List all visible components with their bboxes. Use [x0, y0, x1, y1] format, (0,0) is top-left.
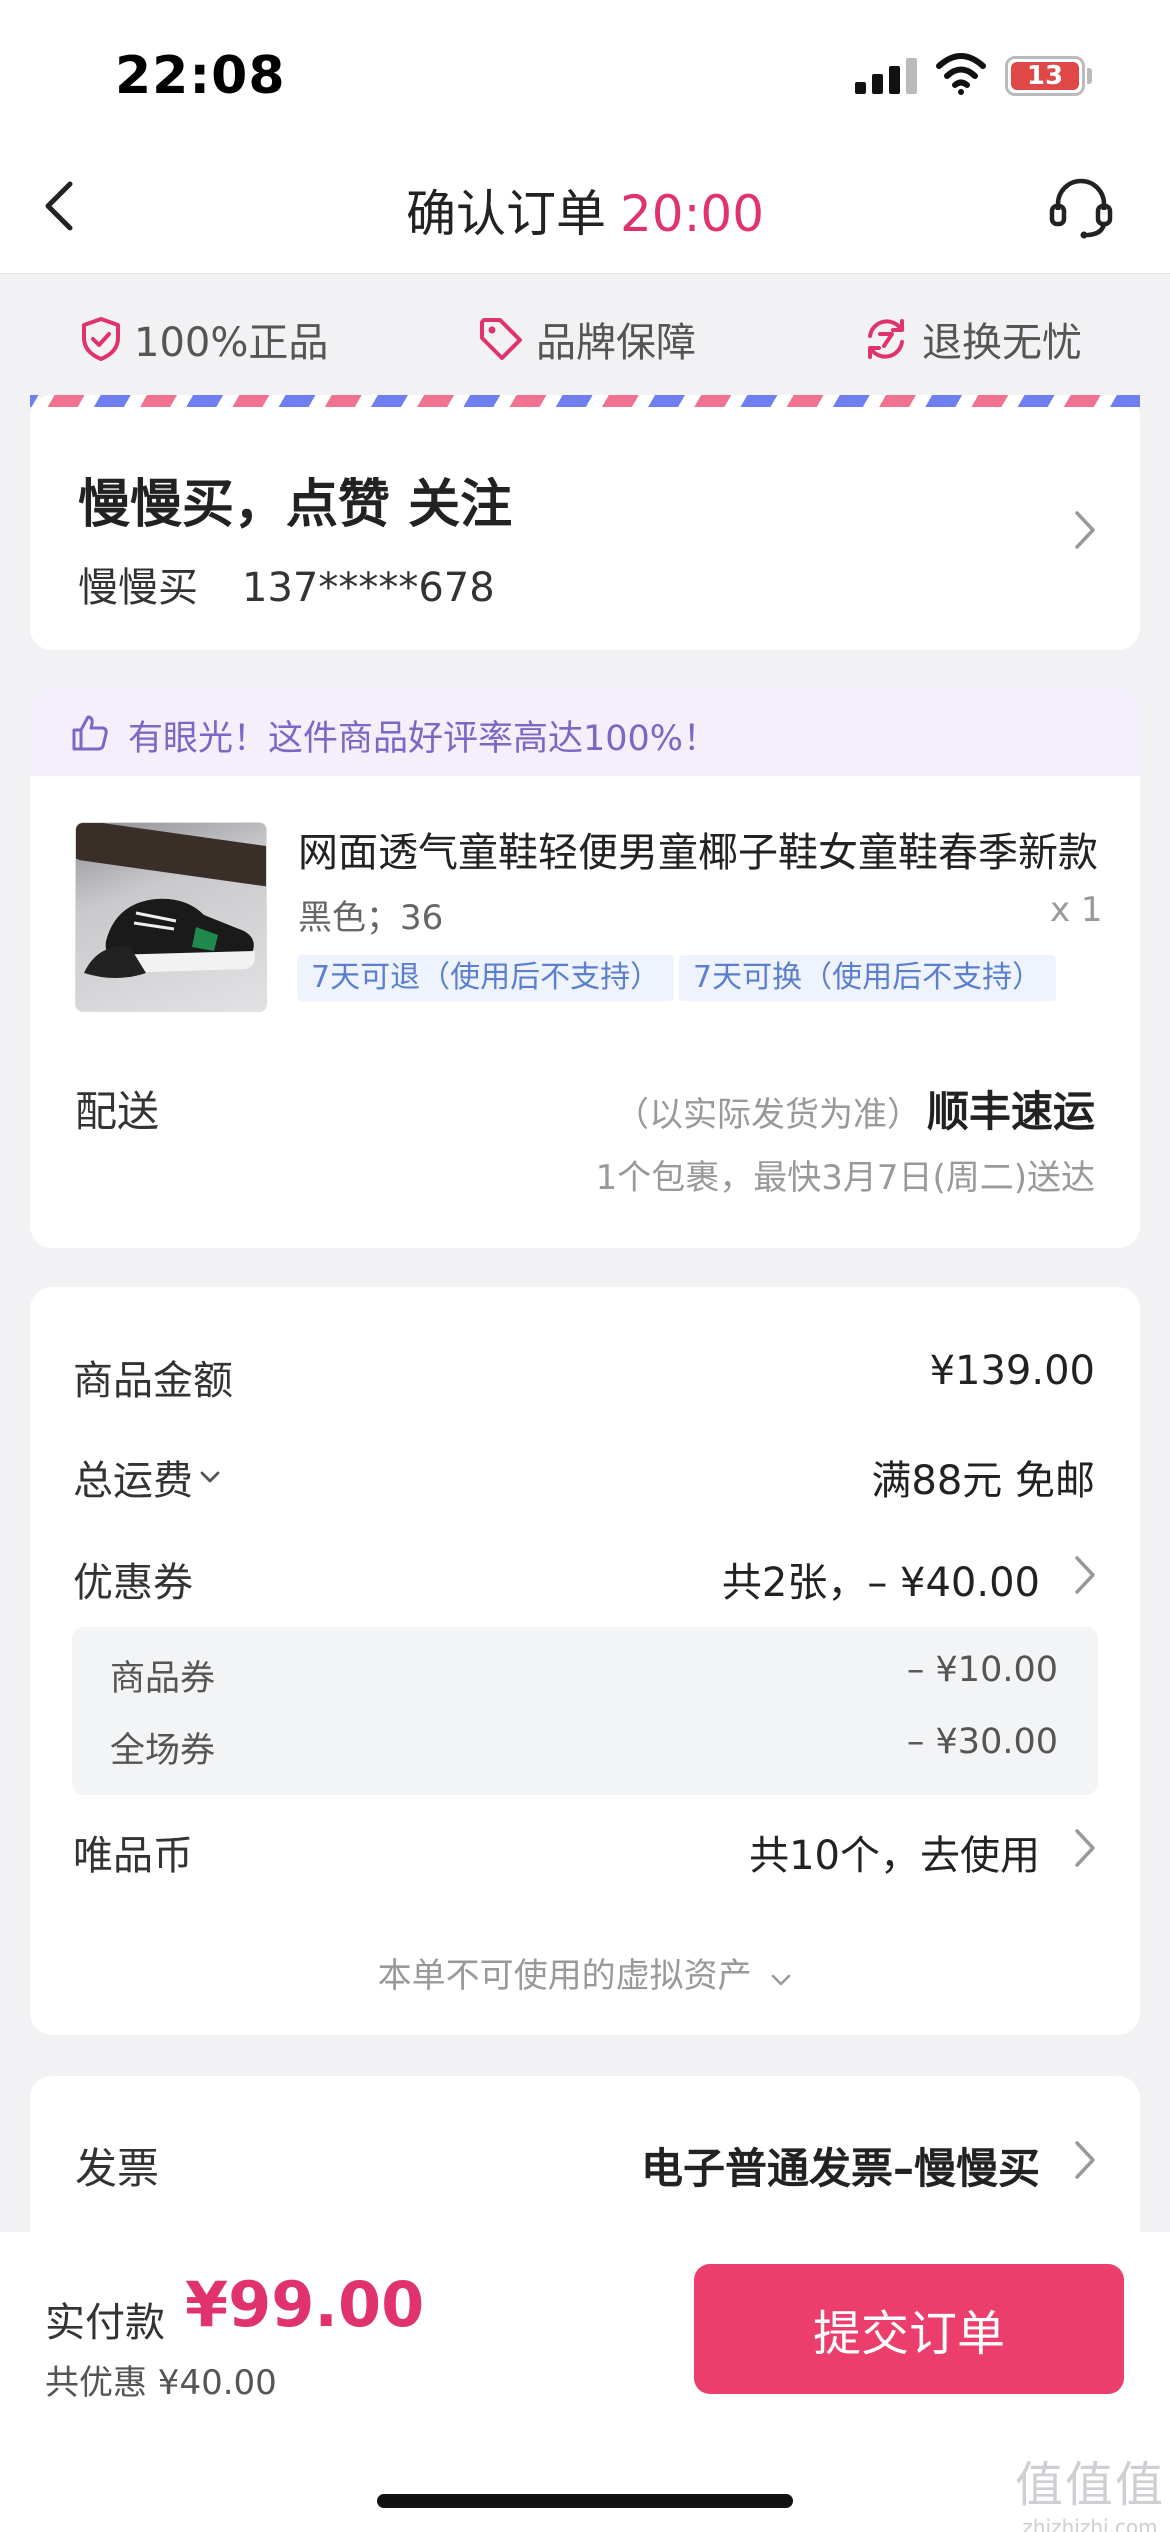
shipping-label: 配送 [75, 1087, 160, 1136]
coupon-label: 优惠券 [73, 1560, 193, 1606]
product-quantity: x 1 [1050, 890, 1103, 930]
guarantee-authentic: 100%正品 [80, 310, 328, 368]
exchange-policy-tag: 7天可换（使用后不支持） [679, 955, 1057, 1001]
pay-label: 实付款 [45, 2300, 165, 2346]
shoe-illustration [76, 823, 266, 978]
cellular-signal-icon [855, 58, 917, 94]
guarantee-return: 退换无忧 [862, 310, 1082, 368]
chevron-down-icon [200, 1471, 220, 1483]
coins-value[interactable]: 共10个，去使用 [749, 1823, 1040, 1881]
goods-amount-value: ¥139.00 [929, 1348, 1095, 1394]
freight-value: 满88元 免邮 [871, 1458, 1095, 1504]
shipping-carrier: 顺丰速运 [926, 1087, 1095, 1136]
praise-text: 有眼光！这件商品好评率高达100%！ [128, 719, 719, 759]
guarantee-label: 100%正品 [134, 320, 329, 366]
chevron-right-icon[interactable] [1072, 1553, 1098, 1597]
product-image[interactable] [75, 822, 267, 1012]
invoice-label: 发票 [75, 2144, 160, 2193]
coupon-item-label: 全场券 [110, 1731, 216, 1771]
address-contact: 慢慢买 137*****678 [78, 555, 495, 613]
airmail-border [30, 395, 1140, 407]
virtual-assets-toggle[interactable]: 本单不可使用的虚拟资产 [0, 1948, 1170, 1997]
recipient-phone: 137*****678 [242, 565, 495, 611]
total-discount: 共优惠 ¥40.00 [45, 2363, 277, 2403]
guarantee-label: 品牌保障 [536, 320, 696, 366]
chevron-right-icon[interactable] [1072, 2138, 1098, 2182]
coupon-item-label: 商品券 [110, 1659, 216, 1699]
freight-label: 总运费 [73, 1458, 193, 1504]
return-policy-tag: 7天可退（使用后不支持） [297, 955, 675, 1001]
shipping-method: （以实际发货为准） 顺丰速运 [615, 1078, 1095, 1139]
watermark-logo: 值值值 [1015, 2457, 1166, 2513]
customer-service-icon[interactable] [1048, 176, 1114, 240]
goods-amount-label: 商品金额 [73, 1358, 233, 1404]
watermark-url: zhizhizhi.com [1022, 2515, 1158, 2532]
coins-label: 唯品币 [73, 1833, 193, 1879]
wifi-icon [936, 53, 986, 95]
guarantee-label: 退换无忧 [922, 320, 1082, 366]
page-title-text: 确认订单 [405, 185, 606, 243]
coupon-item-value: – ¥30.00 [906, 1722, 1058, 1762]
product-title[interactable]: 网面透气童鞋轻便男童椰子鞋女童鞋春季新款 [298, 820, 1098, 878]
battery-level: 13 [1011, 61, 1079, 91]
order-countdown: 20:00 [619, 185, 765, 243]
submit-order-button[interactable]: 提交订单 [694, 2264, 1124, 2394]
thumbs-up-icon [72, 715, 108, 751]
coupon-item-value: – ¥10.00 [906, 1650, 1058, 1690]
shipping-eta: 1个包裹，最快3月7日(周二)送达 [595, 1158, 1095, 1198]
virtual-assets-text: 本单不可使用的虚拟资产 [377, 1956, 752, 1996]
return-exchange-icon [868, 319, 904, 359]
watermark: 值值值 zhizhizhi.com [1015, 2445, 1165, 2532]
guarantee-brand: 品牌保障 [478, 310, 696, 368]
pay-amount: ¥99.00 [185, 2268, 425, 2341]
address-title: 慢慢买，点赞 关注 [78, 475, 513, 535]
home-indicator [377, 2494, 793, 2508]
price-tag-icon [480, 318, 522, 360]
page-title: 确认订单 20:00 [0, 174, 1170, 246]
chevron-down-icon [772, 1974, 791, 1986]
status-time: 22:08 [115, 46, 286, 106]
battery-nub [1087, 68, 1092, 84]
shield-check-icon [82, 317, 120, 361]
recipient-name: 慢慢买 [78, 565, 198, 611]
invoice-value: 电子普通发票–慢慢买 [640, 2144, 1040, 2193]
battery-icon: 13 [1005, 56, 1085, 96]
shipping-note: （以实际发货为准） [614, 1095, 921, 1135]
coupon-value[interactable]: 共2张，– ¥40.00 [722, 1550, 1040, 1608]
product-spec: 黑色；36 [298, 898, 444, 938]
chevron-right-icon [1075, 511, 1095, 549]
freight-toggle[interactable]: 总运费 [73, 1448, 221, 1506]
chevron-right-icon[interactable] [1072, 1826, 1098, 1870]
